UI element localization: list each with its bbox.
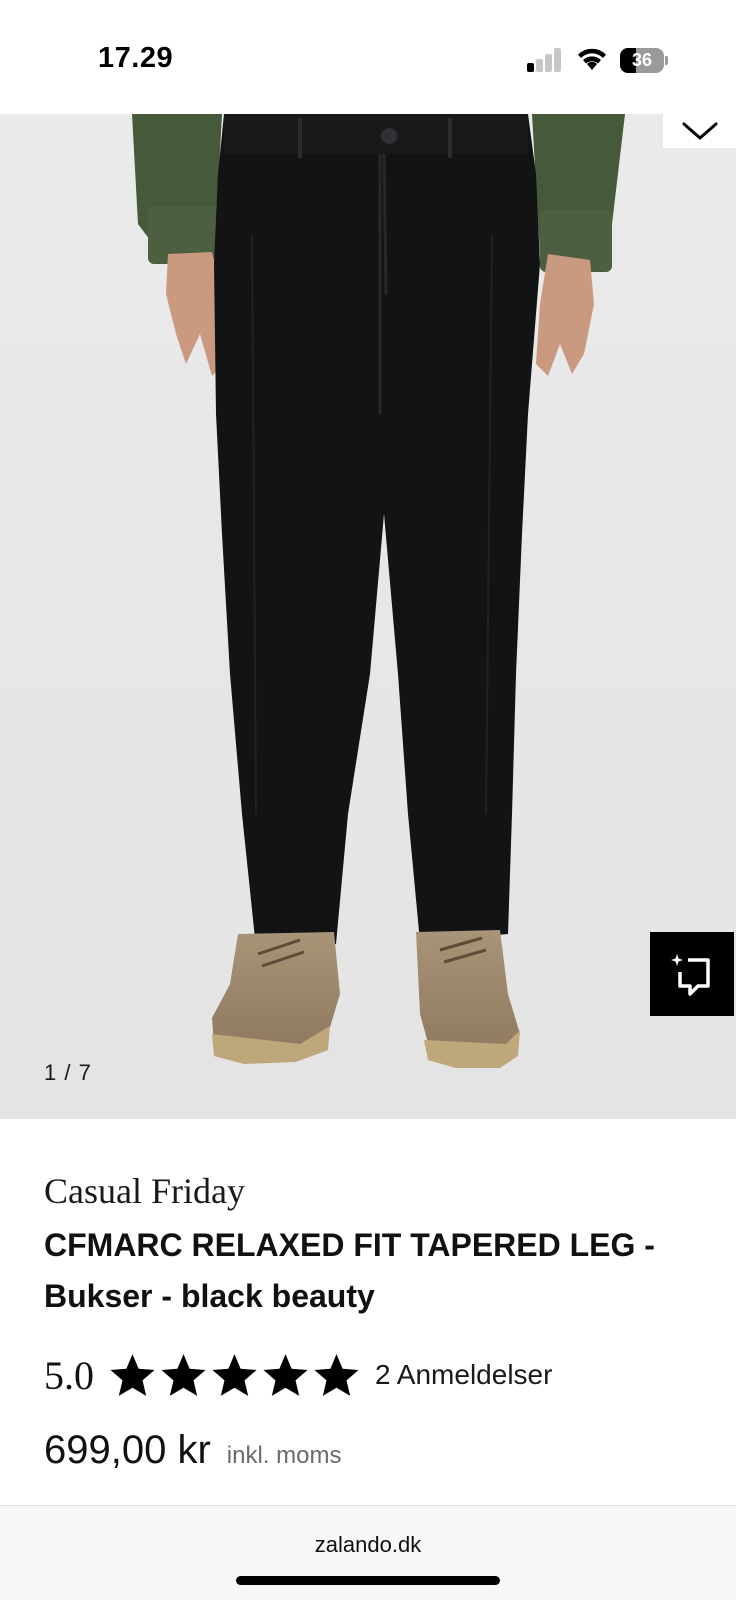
collapse-button[interactable] [663,114,736,148]
star-icon [161,1353,206,1396]
tax-note: inkl. moms [226,1442,342,1469]
battery-icon: 36 [620,48,668,73]
star-icon [212,1353,257,1396]
cellular-signal-icon [527,48,563,72]
product-brand[interactable]: Casual Friday [44,1170,245,1212]
rating-value: 5.0 [44,1352,94,1398]
wifi-icon [575,44,609,72]
price-row: 699,00 kr inkl. moms [44,1428,341,1473]
review-count-link[interactable]: 2 Anmeldelser [375,1359,552,1391]
chevron-down-icon [682,122,717,140]
browser-bottom-bar: zalando.dk [0,1505,736,1600]
product-price: 699,00 kr [44,1428,211,1472]
url-address[interactable]: zalando.dk [0,1532,736,1558]
status-time: 17.29 [98,42,174,74]
image-counter: 1 / 7 [44,1060,92,1085]
battery-level: 36 [631,50,653,70]
star-icon [263,1353,308,1396]
virtual-try-on-button[interactable] [650,932,734,1016]
status-bar: 17.29 36 [0,0,736,114]
rating-stars [108,1351,361,1400]
product-rating[interactable]: 5.0 2 Anmeldelser [44,1350,552,1400]
product-image-gallery[interactable]: 1 / 7 [0,114,736,1119]
star-icon [110,1353,155,1396]
product-photo [0,114,736,1119]
virtual-try-on-icon [671,954,710,996]
product-title: CFMARC RELAXED FIT TAPERED LEG - Bukser … [44,1227,655,1314]
home-indicator[interactable] [236,1576,500,1585]
star-icon [314,1353,359,1396]
